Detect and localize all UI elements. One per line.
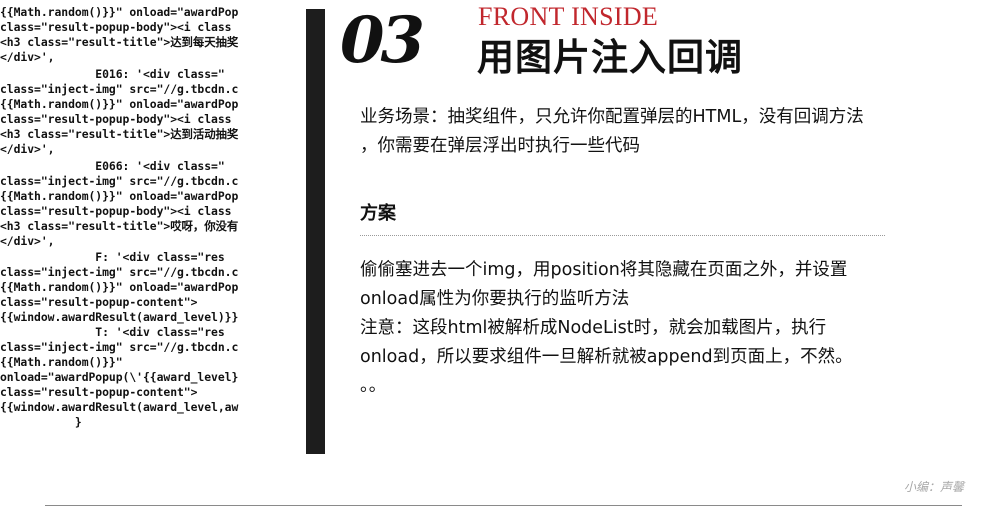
code-line: <h3 class="result-title">达到每天抽奖 [0,35,239,49]
code-line: <h3 class="result-title">哎呀，你没有 [0,219,239,233]
solution-text-line: 注意：这段html被解析成NodeList时，就会加载图片，执行 [360,318,827,338]
scenario-text-line: 业务场景：抽奖组件，只允许你配置弹层的HTML，没有回调方法 [360,107,864,127]
code-line: class="result-popup-content"> [0,385,198,399]
code-line: class="inject-img" src="//g.tbcdn.c [0,265,239,279]
section-number: 03 [340,3,425,78]
solution-text-line: onload属性为你要执行的监听方法 [360,289,630,309]
code-line: onload="awardPopup(\'{{award_level} [0,370,239,384]
code-line: <h3 class="result-title">达到活动抽奖 [0,127,239,141]
code-line: F: '<div class="res [0,250,225,264]
editor-credit: 小编：声馨 [903,480,964,494]
code-line: {{Math.random()}}" onload="awardPop [0,5,239,19]
code-line: class="result-popup-body"><i class [0,204,232,218]
code-line: } [0,415,82,429]
code-line: </div>', [0,142,55,156]
footer-divider [45,505,962,506]
scenario-text-line: ，你需要在弹层浮出时执行一些代码 [360,136,640,156]
code-line: T: '<div class="res [0,325,225,339]
code-line: E016: '<div class=" [0,67,225,81]
code-line: {{Math.random()}}" onload="awardPop [0,97,239,111]
vertical-divider-bar [306,9,325,454]
code-line: class="result-popup-body"><i class [0,112,232,126]
code-line: {{Math.random()}}" onload="awardPop [0,189,239,203]
solution-heading: 方案 [360,203,396,224]
section-title: 用图片注入回调 [477,36,743,79]
solution-text-line: onload，所以要求组件一旦解析就被append到页面上，不然。 [360,347,853,367]
code-line: class="inject-img" src="//g.tbcdn.c [0,174,239,188]
section-subtitle: FRONT INSIDE [478,2,659,31]
code-line: </div>', [0,234,55,248]
code-line: class="result-popup-content"> [0,295,198,309]
code-line: </div>', [0,50,55,64]
solution-text-line: 偷偷塞进去一个img，用position将其隐藏在页面之外，并设置 [360,260,848,280]
code-line: E066: '<div class=" [0,159,225,173]
code-line: class="inject-img" src="//g.tbcdn.c [0,340,239,354]
code-line: {{window.awardResult(award_level)}} [0,310,239,324]
code-line: class="result-popup-body"><i class [0,20,232,34]
code-line: {{Math.random()}}" onload="awardPop [0,280,239,294]
code-line: {{window.awardResult(award_level,aw [0,400,239,414]
code-line: {{Math.random()}}" [0,355,123,369]
code-screenshot: {{Math.random()}}" onload="awardPop clas… [0,0,295,440]
code-line: class="inject-img" src="//g.tbcdn.c [0,82,239,96]
dotted-divider [360,235,885,236]
solution-text-line: 。。 [360,376,387,396]
